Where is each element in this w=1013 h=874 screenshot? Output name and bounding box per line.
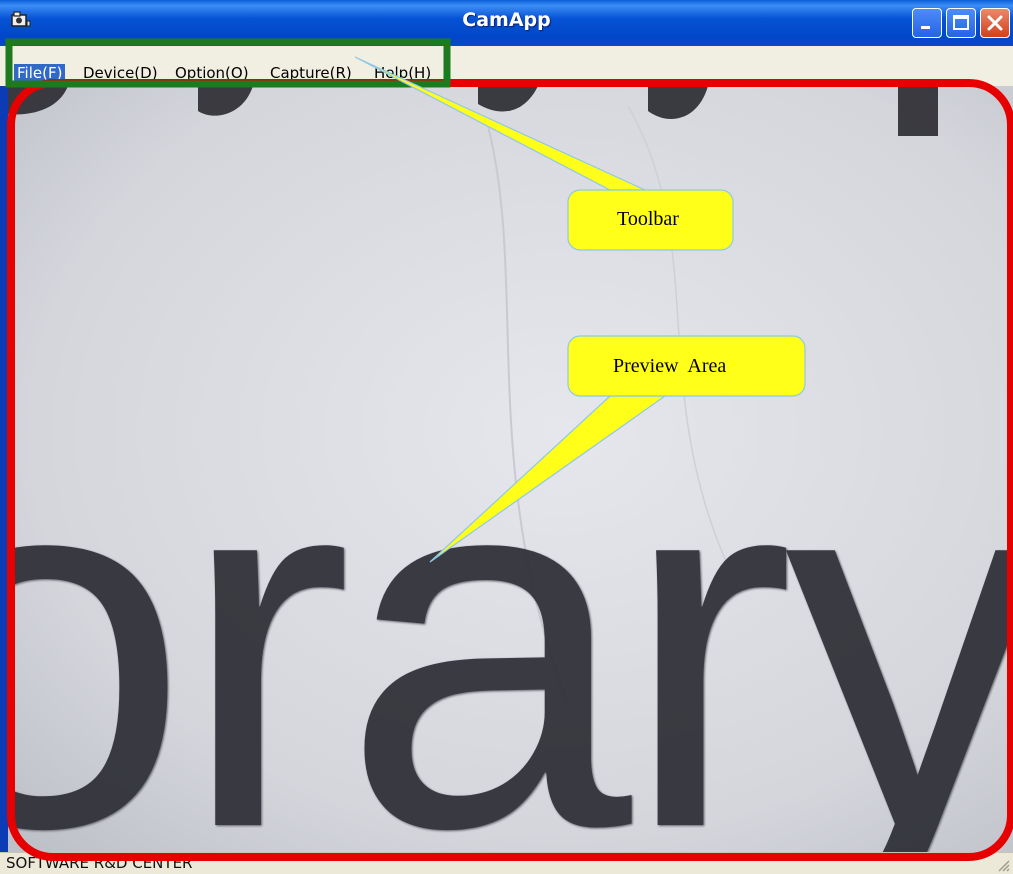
maximize-button[interactable] [946, 8, 976, 38]
camapp-window: CamApp File(F) Device(D) Option(O) Captu… [0, 0, 1013, 874]
preview-visible-text: orary [8, 355, 1013, 853]
title-bar[interactable]: CamApp [0, 0, 1013, 46]
menu-help[interactable]: Help(H) [374, 64, 431, 82]
resize-grip-icon[interactable] [995, 857, 1011, 873]
minimize-button[interactable] [912, 8, 942, 38]
maximize-icon [953, 15, 969, 30]
menu-capture[interactable]: Capture(R) [270, 64, 352, 82]
preview-area[interactable]: orary [8, 86, 1013, 852]
status-text: SOFTWARE R&D CENTER [6, 854, 193, 872]
close-button[interactable] [980, 8, 1010, 38]
menu-option[interactable]: Option(O) [175, 64, 249, 82]
window-left-border [0, 86, 8, 852]
preview-callout-label: Preview Area [613, 355, 727, 377]
status-bar: SOFTWARE R&D CENTER [0, 852, 1013, 874]
close-icon [987, 15, 1003, 31]
menu-device[interactable]: Device(D) [83, 64, 158, 82]
minimize-icon [921, 26, 930, 29]
toolbar-callout-label: Toolbar [617, 208, 679, 230]
menu-file[interactable]: File(F) [14, 64, 66, 82]
window-title: CamApp [462, 9, 551, 31]
